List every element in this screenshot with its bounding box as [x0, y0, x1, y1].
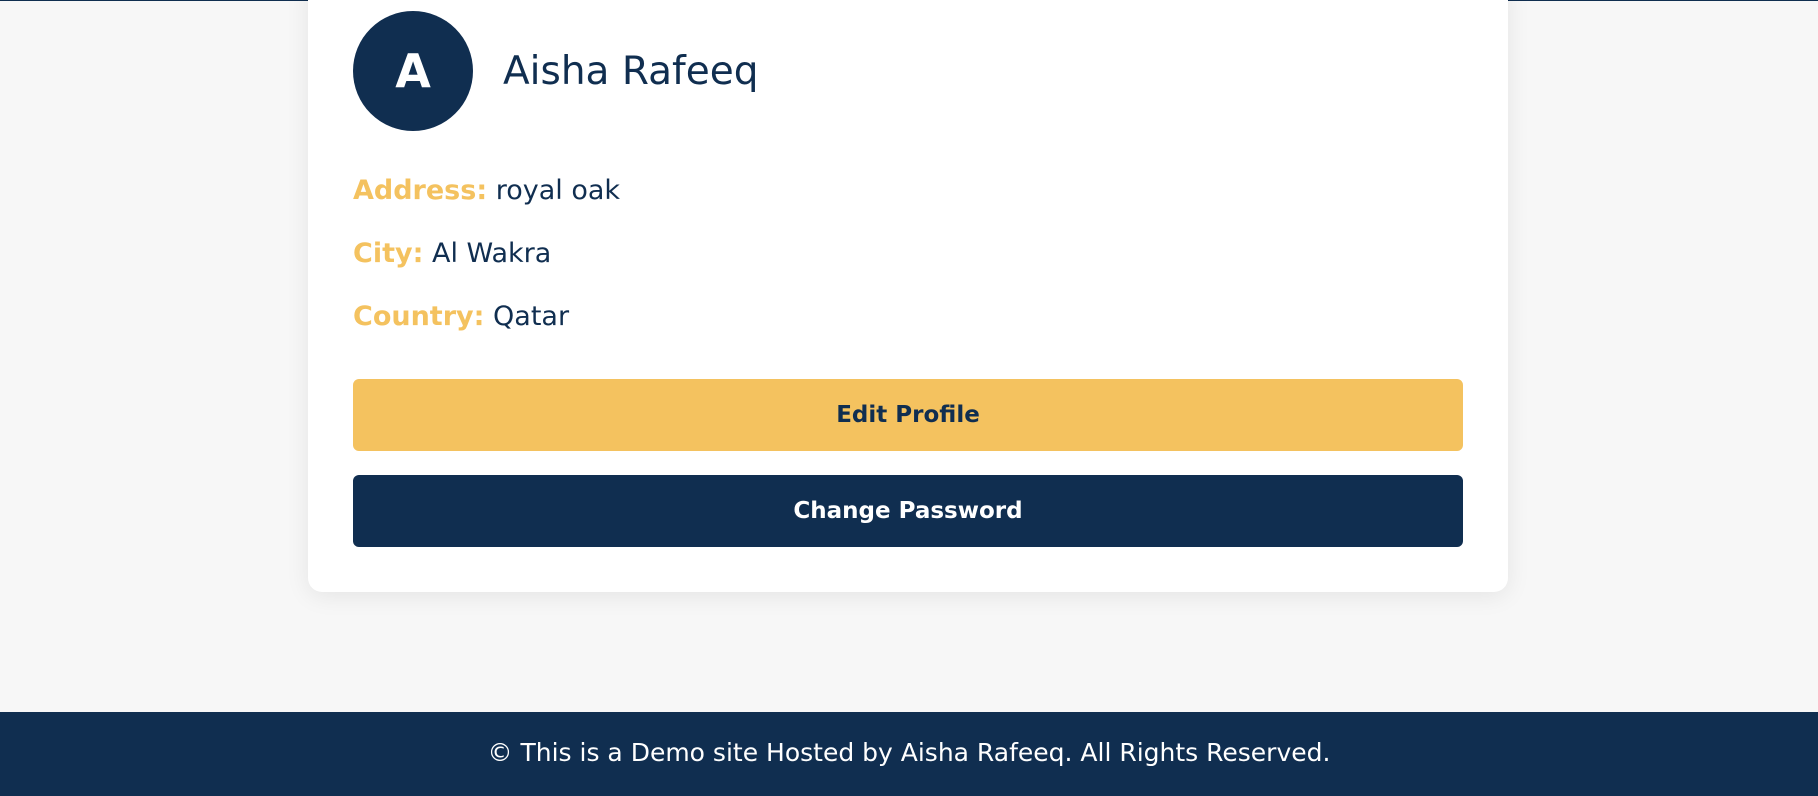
edit-profile-button[interactable]: Edit Profile: [353, 379, 1463, 451]
address-row: Address: royal oak: [353, 175, 620, 206]
city-row: City: Al Wakra: [353, 238, 551, 269]
site-footer: © This is a Demo site Hosted by Aisha Ra…: [0, 712, 1818, 796]
footer-copyright: © This is a Demo site Hosted by Aisha Ra…: [487, 737, 1331, 767]
change-password-button[interactable]: Change Password: [353, 475, 1463, 547]
profile-card: A Aisha Rafeeq Address: royal oak City: …: [308, 0, 1508, 592]
avatar-initial: A: [395, 44, 431, 98]
country-row: Country: Qatar: [353, 301, 569, 332]
country-value: Qatar: [493, 301, 570, 332]
profile-header: A Aisha Rafeeq: [353, 11, 758, 131]
city-value: Al Wakra: [431, 238, 552, 269]
profile-name: Aisha Rafeeq: [503, 48, 759, 94]
avatar: A: [353, 11, 473, 131]
country-label: Country:: [353, 301, 485, 332]
address-value: royal oak: [495, 175, 621, 206]
address-label: Address:: [353, 175, 488, 206]
city-label: City:: [353, 238, 424, 269]
